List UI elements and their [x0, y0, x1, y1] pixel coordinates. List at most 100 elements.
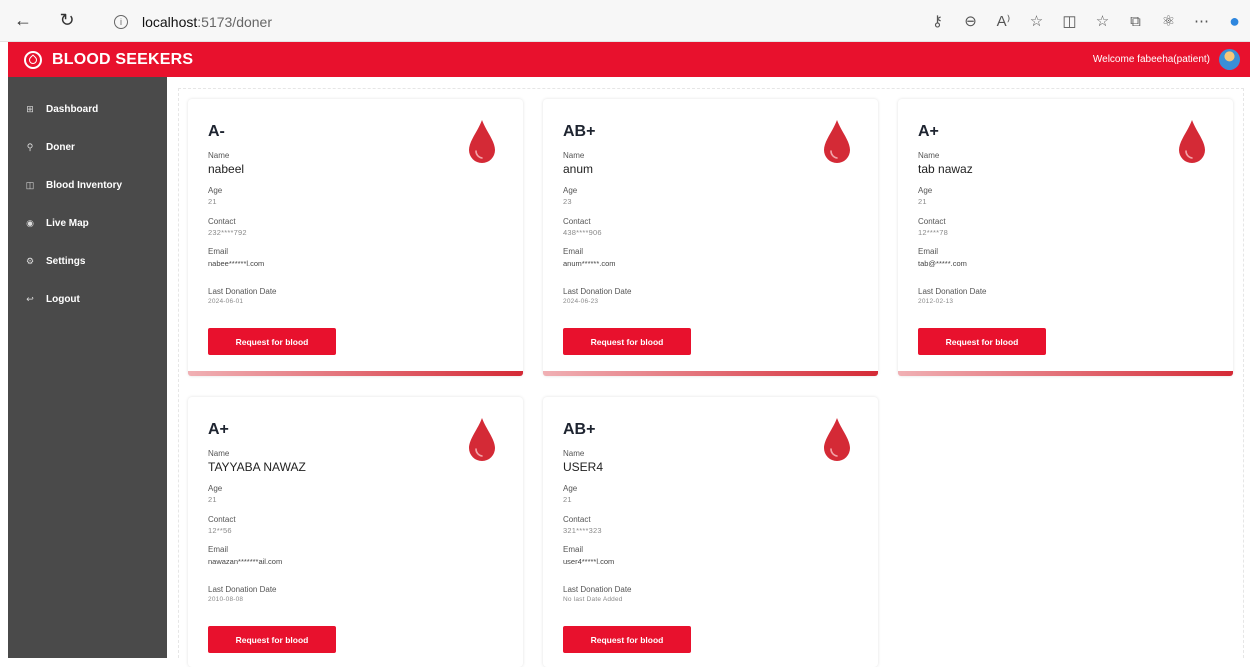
donor-contact: 438****906 — [563, 228, 602, 237]
zoom-out-icon[interactable]: ⊖ — [955, 8, 986, 34]
sidebar-item-dashboard[interactable]: ⊞ Dashboard — [8, 97, 167, 121]
read-aloud-icon[interactable]: A⁾ — [988, 8, 1019, 34]
last-donation-label: Last Donation Date — [208, 585, 277, 594]
email-label: Email — [208, 545, 229, 554]
blood-type: A- — [208, 123, 225, 140]
age-label: Age — [208, 484, 223, 493]
blood-drop-icon — [469, 418, 495, 461]
user-icon: ⚲ — [26, 141, 34, 152]
donor-name: anum — [563, 162, 594, 176]
address-bar[interactable]: i localhost:5173/doner — [98, 8, 858, 36]
donor-age: 21 — [208, 495, 217, 504]
sidebar-item-label: Doner — [46, 141, 75, 153]
age-label: Age — [563, 186, 578, 195]
request-blood-button[interactable]: Request for blood — [208, 626, 336, 653]
name-label: Name — [918, 151, 940, 160]
collections-icon[interactable]: ⧉ — [1120, 8, 1151, 34]
donor-age: 21 — [563, 495, 572, 504]
blood-type: A+ — [208, 421, 229, 438]
avatar[interactable] — [1219, 49, 1240, 70]
key-icon[interactable]: ⚷ — [922, 8, 953, 34]
name-label: Name — [208, 449, 230, 458]
contact-label: Contact — [918, 217, 946, 226]
last-donation-date: 2024-06-23 — [563, 298, 599, 305]
inventory-icon: ◫ — [25, 179, 35, 190]
name-label: Name — [563, 151, 585, 160]
donor-age: 21 — [918, 197, 927, 206]
donor-email: user4*****l.com — [563, 557, 615, 566]
welcome-text: Welcome fabeeha(patient) — [1092, 54, 1210, 65]
donor-contact: 321****323 — [563, 526, 602, 535]
blood-type: AB+ — [563, 123, 596, 140]
request-blood-button[interactable]: Request for blood — [918, 328, 1046, 355]
brand-title: BLOOD SEEKERS — [52, 50, 194, 68]
last-donation-date: No last Date Added — [563, 596, 623, 603]
donor-name: tab nawaz — [918, 162, 973, 176]
donor-card: AB+ Name anum Age 23 Contact 438****906 Email an… — [543, 99, 878, 376]
donor-email: nabee******l.com — [208, 259, 265, 268]
reload-icon[interactable]: ↻ — [54, 8, 80, 34]
donor-card: AB+ Name USER4 Age 21 Contact 321****323 Email u… — [543, 397, 878, 667]
email-label: Email — [918, 247, 939, 256]
donor-card: A+ Name tab nawaz Age 21 Contact 12****78 Email… — [898, 99, 1233, 376]
last-donation-label: Last Donation Date — [563, 287, 632, 296]
last-donation-label: Last Donation Date — [918, 287, 987, 296]
sidebar-item-logout[interactable]: ↩ Logout — [8, 287, 167, 311]
sidebar-item-label: Logout — [46, 293, 80, 305]
blood-type: A+ — [918, 123, 939, 140]
last-donation-label: Last Donation Date — [208, 287, 277, 296]
last-donation-label: Last Donation Date — [563, 585, 632, 594]
donor-contact: 12**56 — [208, 526, 232, 535]
donor-card: A- Name nabeel Age 21 Contact 232****792 Email n… — [188, 99, 523, 376]
blood-drop-icon — [1179, 120, 1205, 163]
last-donation-date: 2010-08-08 — [208, 596, 244, 603]
donor-email: nawazan*******ail.com — [208, 557, 283, 566]
donor-card: A+ Name TAYYABA NAWAZ Age 21 Contact 12**56 Ema… — [188, 397, 523, 667]
last-donation-date: 2012-02-13 — [918, 298, 954, 305]
donor-name: TAYYABA NAWAZ — [208, 460, 306, 474]
request-blood-button[interactable]: Request for blood — [563, 328, 691, 355]
donor-contact: 232****792 — [208, 228, 247, 237]
sidebar-item-live-map[interactable]: ◉ Live Map — [8, 211, 167, 235]
sidebar-item-label: Live Map — [46, 217, 89, 229]
request-blood-button[interactable]: Request for blood — [208, 328, 336, 355]
logout-icon: ↩ — [26, 293, 34, 304]
donor-email: tab@*****.com — [918, 259, 967, 268]
donor-email: anum******.com — [563, 259, 616, 268]
email-label: Email — [208, 247, 229, 256]
split-screen-icon[interactable]: ◫ — [1054, 8, 1085, 34]
sidebar-item-label: Dashboard — [46, 103, 99, 115]
copilot-icon[interactable]: ● — [1219, 8, 1250, 34]
map-pin-icon: ◉ — [26, 217, 34, 228]
back-arrow-icon[interactable]: ← — [10, 8, 36, 34]
donor-age: 21 — [208, 197, 217, 206]
name-label: Name — [563, 449, 585, 458]
contact-label: Contact — [563, 515, 591, 524]
grid-icon: ⊞ — [26, 103, 34, 114]
request-blood-button[interactable]: Request for blood — [563, 626, 691, 653]
name-label: Name — [208, 151, 230, 160]
contact-label: Contact — [208, 217, 236, 226]
sidebar-item-settings[interactable]: ⚙ Settings — [8, 249, 167, 273]
site-info-icon[interactable]: i — [114, 15, 128, 29]
sidebar-item-blood-inventory[interactable]: ◫ Blood Inventory — [8, 173, 167, 197]
favorite-star-icon[interactable]: ☆ — [1021, 8, 1052, 34]
sidebar-item-label: Settings — [46, 255, 86, 267]
sidebar-item-doner[interactable]: ⚲ Doner — [8, 135, 167, 159]
last-donation-date: 2024-06-01 — [208, 298, 244, 305]
extensions-icon[interactable]: ⚛ — [1153, 8, 1184, 34]
url-host: localhost — [142, 14, 198, 30]
email-label: Email — [563, 545, 584, 554]
donor-name: USER4 — [563, 460, 604, 474]
blood-drop-icon — [824, 418, 850, 461]
sidebar: ⊞ Dashboard ⚲ Doner ◫ Blood Inventory ◉ … — [8, 77, 167, 658]
contact-label: Contact — [208, 515, 236, 524]
email-label: Email — [563, 247, 584, 256]
card-accent-bar — [898, 371, 1233, 376]
favorites-icon[interactable]: ☆ — [1087, 8, 1118, 34]
donor-age: 23 — [563, 197, 572, 206]
blood-drop-icon — [824, 120, 850, 163]
url-path: :5173/doner — [197, 14, 272, 30]
more-menu-icon[interactable]: ⋯ — [1186, 8, 1217, 34]
app-header: BLOOD SEEKERS Welcome fabeeha(patient) — [8, 42, 1250, 77]
